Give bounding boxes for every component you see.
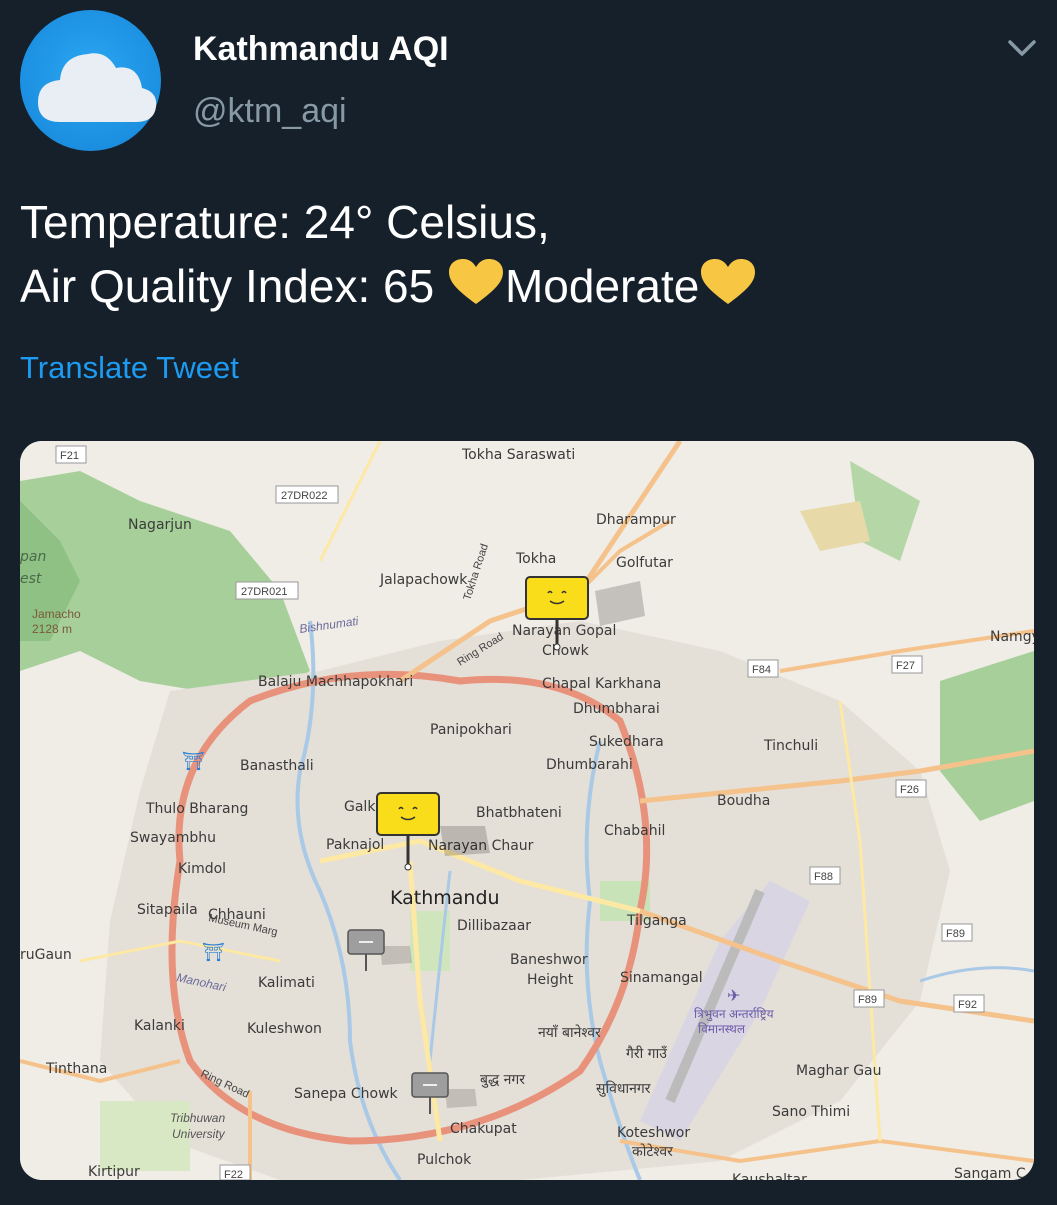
svg-text:27DR021: 27DR021 (241, 586, 287, 598)
yellow-heart-icon (448, 259, 503, 304)
place-label: University (172, 1127, 226, 1141)
place-label: Tilganga (626, 913, 687, 929)
forest-label: est (20, 571, 42, 587)
place-label: Balaju Machhapokhari (258, 674, 413, 690)
place-label: Boudha (717, 793, 770, 809)
place-label: Bhatbhateni (476, 805, 562, 821)
svg-text:F21: F21 (60, 450, 79, 462)
road-shield: F84 (747, 659, 779, 678)
place-label: Dharampur (596, 512, 676, 528)
account-handle[interactable]: @ktm_aqi (193, 92, 347, 131)
place-label: Swayambhu (130, 830, 216, 846)
peak-label: 2128 m (32, 622, 72, 636)
svg-text:F89: F89 (946, 928, 965, 940)
place-label: Sinamangal (620, 970, 703, 986)
place-label: Kimdol (178, 861, 226, 877)
place-label: Panipokhari (430, 722, 512, 738)
place-label: Chabahil (604, 823, 665, 839)
road-shield: F27 (891, 655, 923, 674)
place-label: कोटेश्वर (632, 1143, 673, 1160)
place-label: Tinchuli (763, 738, 818, 754)
place-label: बुद्ध नगर (480, 1072, 525, 1088)
place-label: Tokha (515, 551, 556, 567)
place-label: Chakupat (450, 1121, 517, 1137)
place-label: Pulchok (417, 1152, 472, 1168)
road-shield: F88 (809, 866, 841, 885)
tweet-line-temperature: Temperature: 24° Celsius, (20, 196, 550, 248)
place-label: Chhauni (208, 907, 266, 923)
place-label: Paknajol (326, 837, 384, 853)
road-shield: F89 (853, 989, 885, 1008)
place-label: Sitapaila (137, 902, 198, 918)
place-label: Sukedhara (589, 734, 664, 750)
place-label: Dillibazaar (457, 918, 531, 934)
translate-tweet-link[interactable]: Translate Tweet (20, 350, 239, 386)
cloud-icon (38, 53, 157, 122)
svg-text:F92: F92 (958, 999, 977, 1011)
place-label: Golfutar (616, 555, 673, 571)
place-label: Thulo Bharang (145, 801, 248, 817)
peak-label: Jamacho (32, 607, 81, 621)
place-label: Chapal Karkhana (542, 676, 661, 692)
svg-text:F84: F84 (752, 664, 771, 676)
aqi-value-text: Air Quality Index: 65 (20, 260, 447, 312)
place-label: Jalapachowk (379, 572, 468, 588)
place-label: Nagarjun (128, 517, 192, 533)
place-label: Kalimati (258, 975, 315, 991)
place-label: सुविधानगर (596, 1080, 651, 1097)
aqi-status-text: Moderate (504, 260, 700, 312)
airport-label: विमानस्थल (698, 1022, 746, 1036)
airport-label: त्रिभुवन अन्तर्राष्ट्रिय (694, 1007, 775, 1022)
place-label: Tribhuwan (170, 1111, 225, 1125)
place-label: Tokha Saraswati (461, 447, 575, 463)
aqi-map-image[interactable]: F21 27DR022 27DR021 F84 F27 F26 F88 F89 … (20, 441, 1034, 1180)
museum-icon: ⛩ (182, 751, 205, 771)
airplane-icon: ✈ (727, 988, 740, 1005)
place-label: नयाँ बानेश्वर (538, 1024, 601, 1041)
museum-icon: ⛩ (202, 942, 225, 962)
place-label: Kuleshwon (247, 1021, 322, 1037)
place-label: Chowk (542, 643, 590, 659)
road-shield: F21 (55, 445, 87, 464)
place-label: Tinthana (45, 1061, 107, 1077)
svg-text:F88: F88 (814, 871, 833, 883)
svg-text:F22: F22 (224, 1169, 243, 1180)
place-label: ruGaun (20, 947, 72, 963)
place-label: Banasthali (240, 758, 314, 774)
place-label: Height (527, 972, 574, 988)
map-canvas: F21 27DR022 27DR021 F84 F27 F26 F88 F89 … (20, 441, 1034, 1180)
svg-text:F27: F27 (896, 660, 915, 672)
place-label: Maghar Gau (796, 1063, 882, 1079)
place-label: Sangam C (954, 1166, 1026, 1180)
place-label: गैरी गाउँ (626, 1045, 667, 1062)
place-label: Koteshwor (617, 1125, 690, 1141)
yellow-heart-icon (701, 259, 756, 304)
place-label: Kirtipur (88, 1164, 140, 1180)
place-label: Baneshwor (510, 952, 588, 968)
place-label: Dhumbarahi (546, 757, 633, 773)
place-label-city: Kathmandu (390, 887, 500, 909)
place-label: Sano Thimi (772, 1104, 850, 1120)
road-shield: F22 (219, 1164, 251, 1180)
road-shield: F92 (953, 994, 985, 1013)
place-label: Dhumbharai (573, 701, 660, 717)
tweet-text: Temperature: 24° Celsius, Air Quality In… (20, 190, 1040, 318)
svg-text:F26: F26 (900, 784, 919, 796)
profile-avatar[interactable] (20, 10, 161, 151)
place-label: Sanepa Chowk (294, 1086, 399, 1102)
road-shield: 27DR022 (275, 485, 339, 504)
tweet-line-aqi: Air Quality Index: 65 Moderate (20, 254, 1040, 318)
place-label: Galk (344, 799, 376, 815)
forest-label: pan (20, 549, 46, 565)
svg-text:F89: F89 (858, 994, 877, 1006)
road-shield: 27DR021 (235, 581, 299, 600)
chevron-down-icon[interactable] (1004, 33, 1040, 63)
svg-text:27DR022: 27DR022 (281, 490, 327, 502)
road-shield: F89 (941, 923, 973, 942)
place-label: Namgy (990, 629, 1034, 645)
road-shield: F26 (895, 779, 927, 798)
place-label: Kalanki (134, 1018, 185, 1034)
display-name[interactable]: Kathmandu AQI (193, 30, 449, 69)
place-label: Kaushaltar (732, 1172, 807, 1180)
